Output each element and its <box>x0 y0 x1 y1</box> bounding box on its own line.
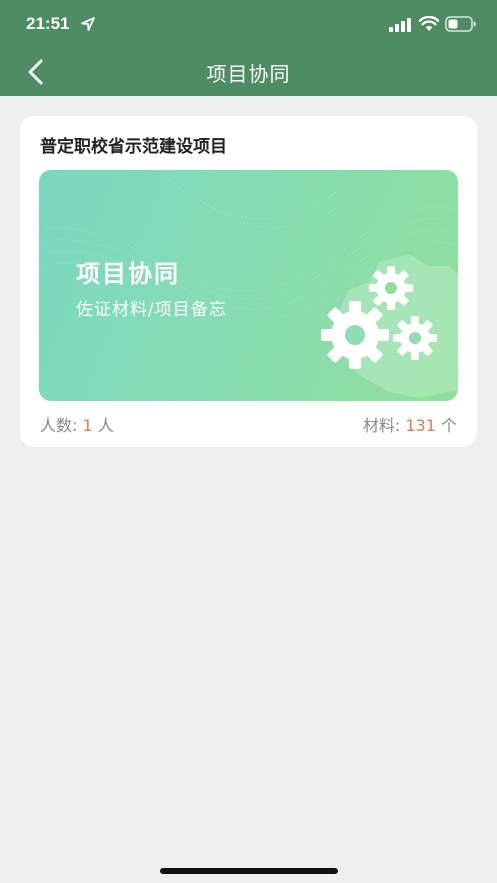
member-count-label: 人数: <box>40 416 83 435</box>
banner-title: 项目协同 <box>76 260 180 288</box>
banner-subtitle: 佐证材料/项目备忘 <box>76 300 227 320</box>
project-banner[interactable]: 项目协同 佐证材料/项目备忘 <box>39 170 458 401</box>
material-count: 材料: 131 个 <box>363 412 457 436</box>
material-count-unit: 个 <box>435 416 457 435</box>
member-count-unit: 人 <box>92 416 114 435</box>
card-footer: 人数: 1 人 材料: 131 个 <box>40 412 457 436</box>
status-time: 21:51 <box>26 14 70 33</box>
status-bar: 21:51 <box>0 0 497 48</box>
signal-icon <box>389 18 411 32</box>
navigation-bar: 项目协同 <box>0 48 497 96</box>
battery-icon <box>445 16 476 32</box>
member-count: 人数: 1 人 <box>40 412 114 436</box>
home-indicator[interactable] <box>160 868 338 874</box>
location-arrow-icon <box>81 17 95 31</box>
project-card[interactable]: 普定职校省示范建设项目 项目协同 佐证材料/项目备忘 人数: 1 人 材料: 1… <box>20 116 477 447</box>
wifi-icon <box>419 16 439 31</box>
page-title: 项目协同 <box>206 62 291 86</box>
material-count-value: 131 <box>405 416 436 435</box>
app-header: 21:51 项目协同 <box>0 0 497 96</box>
member-count-value: 1 <box>82 416 93 435</box>
material-count-label: 材料: <box>362 416 406 435</box>
project-title: 普定职校省示范建设项目 <box>40 137 227 157</box>
